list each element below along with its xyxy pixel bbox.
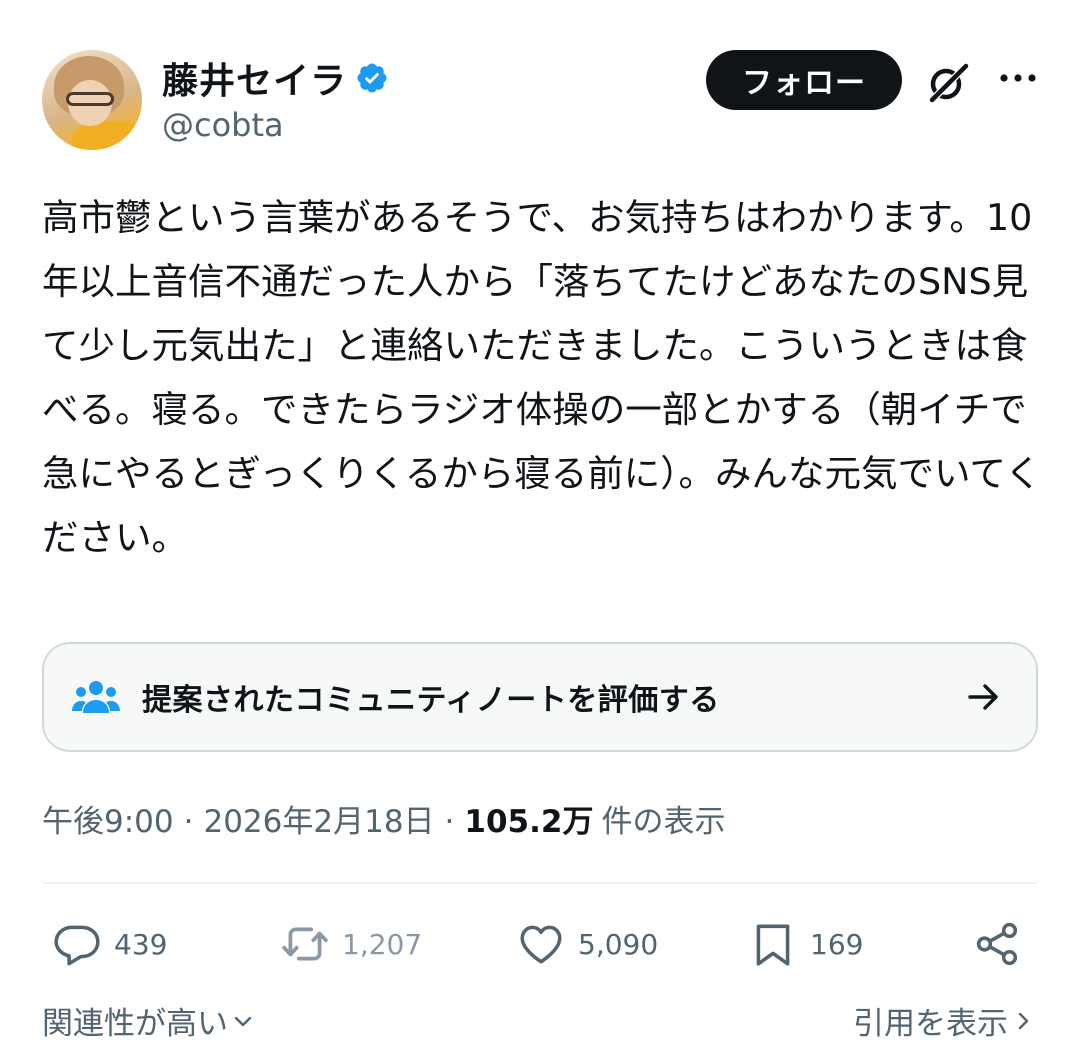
repost-count: 1,207 (342, 927, 423, 961)
view-quotes-link[interactable]: 引用を表示 (853, 998, 1034, 1043)
share-icon (976, 922, 1018, 966)
chevron-right-icon (1018, 1012, 1029, 1029)
repost-icon (282, 927, 328, 961)
action-bar: 439 1,207 5,090 169 (42, 912, 1038, 976)
tweet-page: 藤井セイラ @cobta フォロー 高市鬱という言葉があるそうで、お気持ちはわか… (0, 0, 1080, 1045)
reply-icon (54, 925, 100, 966)
meta-separator: · (183, 804, 194, 840)
arrow-right-icon (968, 684, 998, 710)
tweet-time[interactable]: 午後9:00 (42, 796, 174, 841)
bookmark-count: 169 (810, 927, 864, 961)
author-handle[interactable]: @cobta (162, 106, 284, 144)
avatar[interactable] (42, 50, 142, 150)
divider (42, 882, 1038, 884)
like-count: 5,090 (578, 927, 659, 961)
people-icon (72, 681, 120, 713)
author-display-name[interactable]: 藤井セイラ (162, 52, 347, 104)
reply-button[interactable]: 439 (52, 912, 167, 976)
bookmark-icon (756, 924, 790, 966)
follow-button[interactable]: フォロー (706, 50, 902, 110)
meta-separator: · (444, 804, 455, 840)
heart-icon (520, 925, 562, 964)
like-button[interactable]: 5,090 (516, 912, 658, 976)
verified-badge-icon (357, 63, 387, 93)
grok-icon[interactable] (924, 58, 972, 106)
bookmark-button[interactable]: 169 (748, 912, 863, 976)
views-label[interactable]: 件の表示 (601, 796, 725, 841)
tweet-date[interactable]: 2026年2月18日 (203, 796, 434, 841)
view-quotes-label: 引用を表示 (853, 1006, 1008, 1042)
sort-label: 関連性が高い (42, 1006, 228, 1042)
tweet-meta: 午後9:00 · 2026年2月18日 · 105.2万 件の表示 (42, 796, 725, 841)
sort-dropdown[interactable]: 関連性が高い (42, 998, 254, 1043)
views-count[interactable]: 105.2万 (464, 796, 593, 841)
more-icon[interactable] (998, 66, 1038, 90)
author-name-row[interactable]: 藤井セイラ (162, 52, 389, 104)
share-button[interactable] (972, 912, 1022, 976)
tweet-text: 高市鬱という言葉があるそうで、お気持ちはわかります。10年以上音信不通だった人か… (42, 196, 1042, 559)
repost-button[interactable]: 1,207 (280, 912, 422, 976)
chevron-down-icon (234, 1016, 252, 1026)
reply-count: 439 (114, 927, 168, 961)
community-note-label: 提案されたコミュニティノートを評価する (142, 683, 720, 718)
community-note-card[interactable]: 提案されたコミュニティノートを評価する (42, 642, 1038, 752)
